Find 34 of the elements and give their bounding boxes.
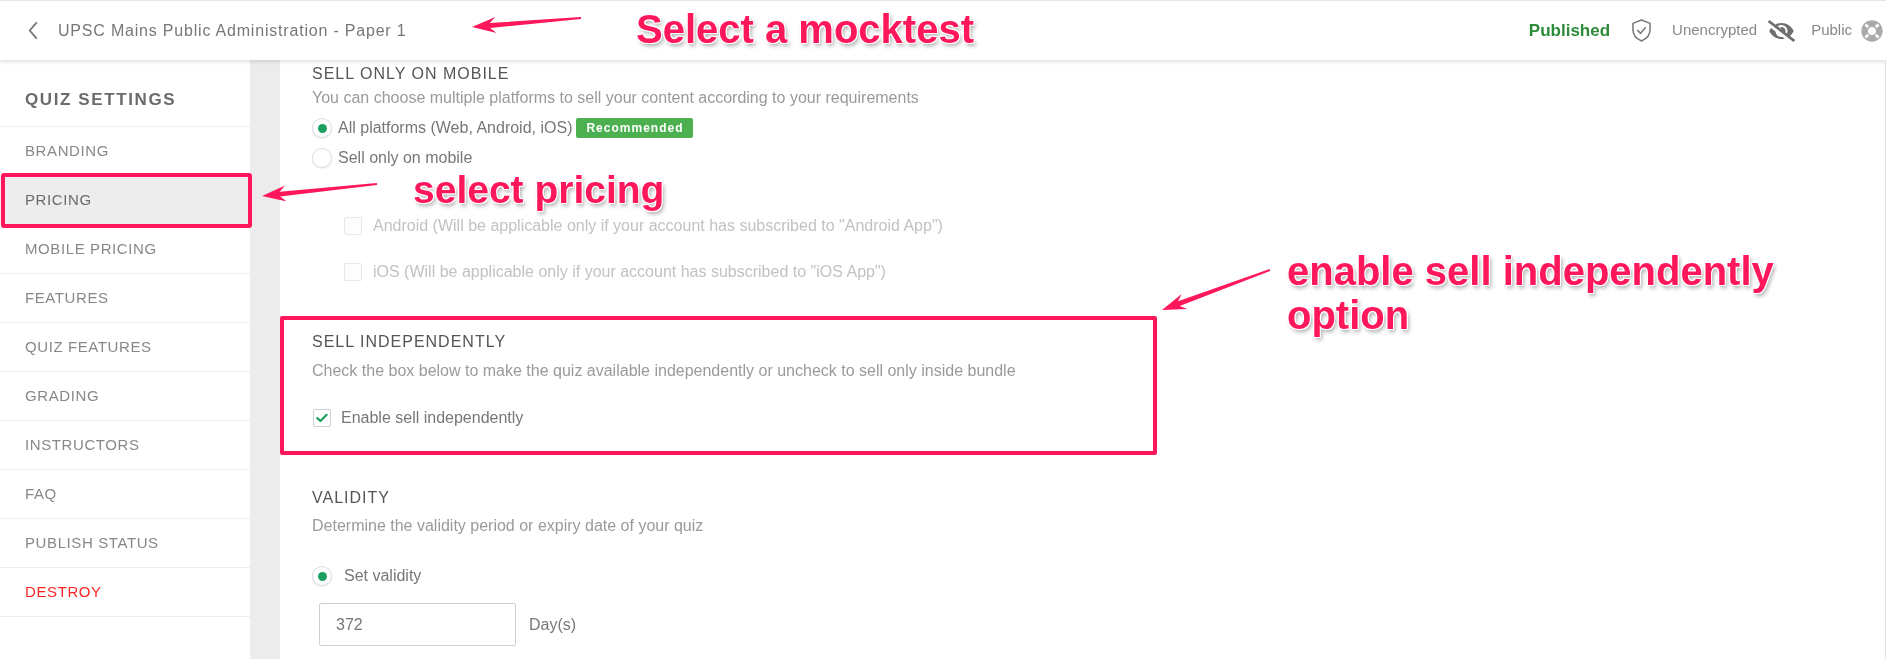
checkmark-icon: [316, 413, 328, 423]
option-label: iOS (Will be applicable only if your account has subscribed to "iOS App"): [373, 262, 886, 282]
option-label[interactable]: All platforms (Web, Android, iOS): [338, 116, 573, 140]
section-description: Determine the validity period or expiry date of your quiz: [312, 516, 704, 536]
eye-slash-icon: [1768, 19, 1796, 42]
checkbox-label[interactable]: Enable sell independently: [341, 406, 524, 430]
annotation-label: Select a mocktest: [636, 9, 974, 49]
recommended-badge: Recommended: [576, 118, 694, 138]
back-button[interactable]: [27, 21, 39, 40]
section-heading: VALIDITY: [312, 488, 390, 508]
unit-label: Day(s): [529, 614, 577, 635]
option-label[interactable]: Set validity: [344, 564, 422, 588]
page-title: UPSC Mains Public Administration - Paper 1: [58, 20, 407, 41]
radio-button[interactable]: [312, 118, 332, 138]
section-description: You can choose multiple platforms to sell your content according to your requirements: [312, 88, 919, 108]
visibility-status: Public: [1811, 20, 1852, 41]
checkbox[interactable]: [313, 409, 331, 427]
publish-status: Published: [1528, 19, 1611, 42]
section-heading: SELL ONLY ON MOBILE: [312, 64, 510, 84]
shield-check-icon: [1632, 19, 1652, 42]
sidebar-item[interactable]: PRICING: [0, 176, 250, 225]
option-label[interactable]: Sell only on mobile: [338, 146, 473, 170]
section-description: Check the box below to make the quiz available independently or uncheck to sell only inside bundle: [312, 361, 1016, 381]
chevron-left-icon: [28, 22, 38, 39]
annotation-label: enable sell independently option: [1287, 249, 1775, 337]
section-heading: SELL INDEPENDENTLY: [312, 332, 507, 352]
radio-button[interactable]: [312, 566, 332, 586]
annotation-label: select pricing: [413, 170, 665, 209]
lifebuoy-icon: [1861, 19, 1883, 42]
validity-days-input[interactable]: 372: [319, 603, 516, 646]
radio-button[interactable]: [312, 148, 332, 168]
sidebar-heading: QUIZ SETTINGS: [25, 90, 177, 110]
encryption-status: Unencrypted: [1672, 20, 1758, 41]
option-label: Android (Will be applicable only if your account has subscribed to "Android App"): [373, 216, 943, 236]
